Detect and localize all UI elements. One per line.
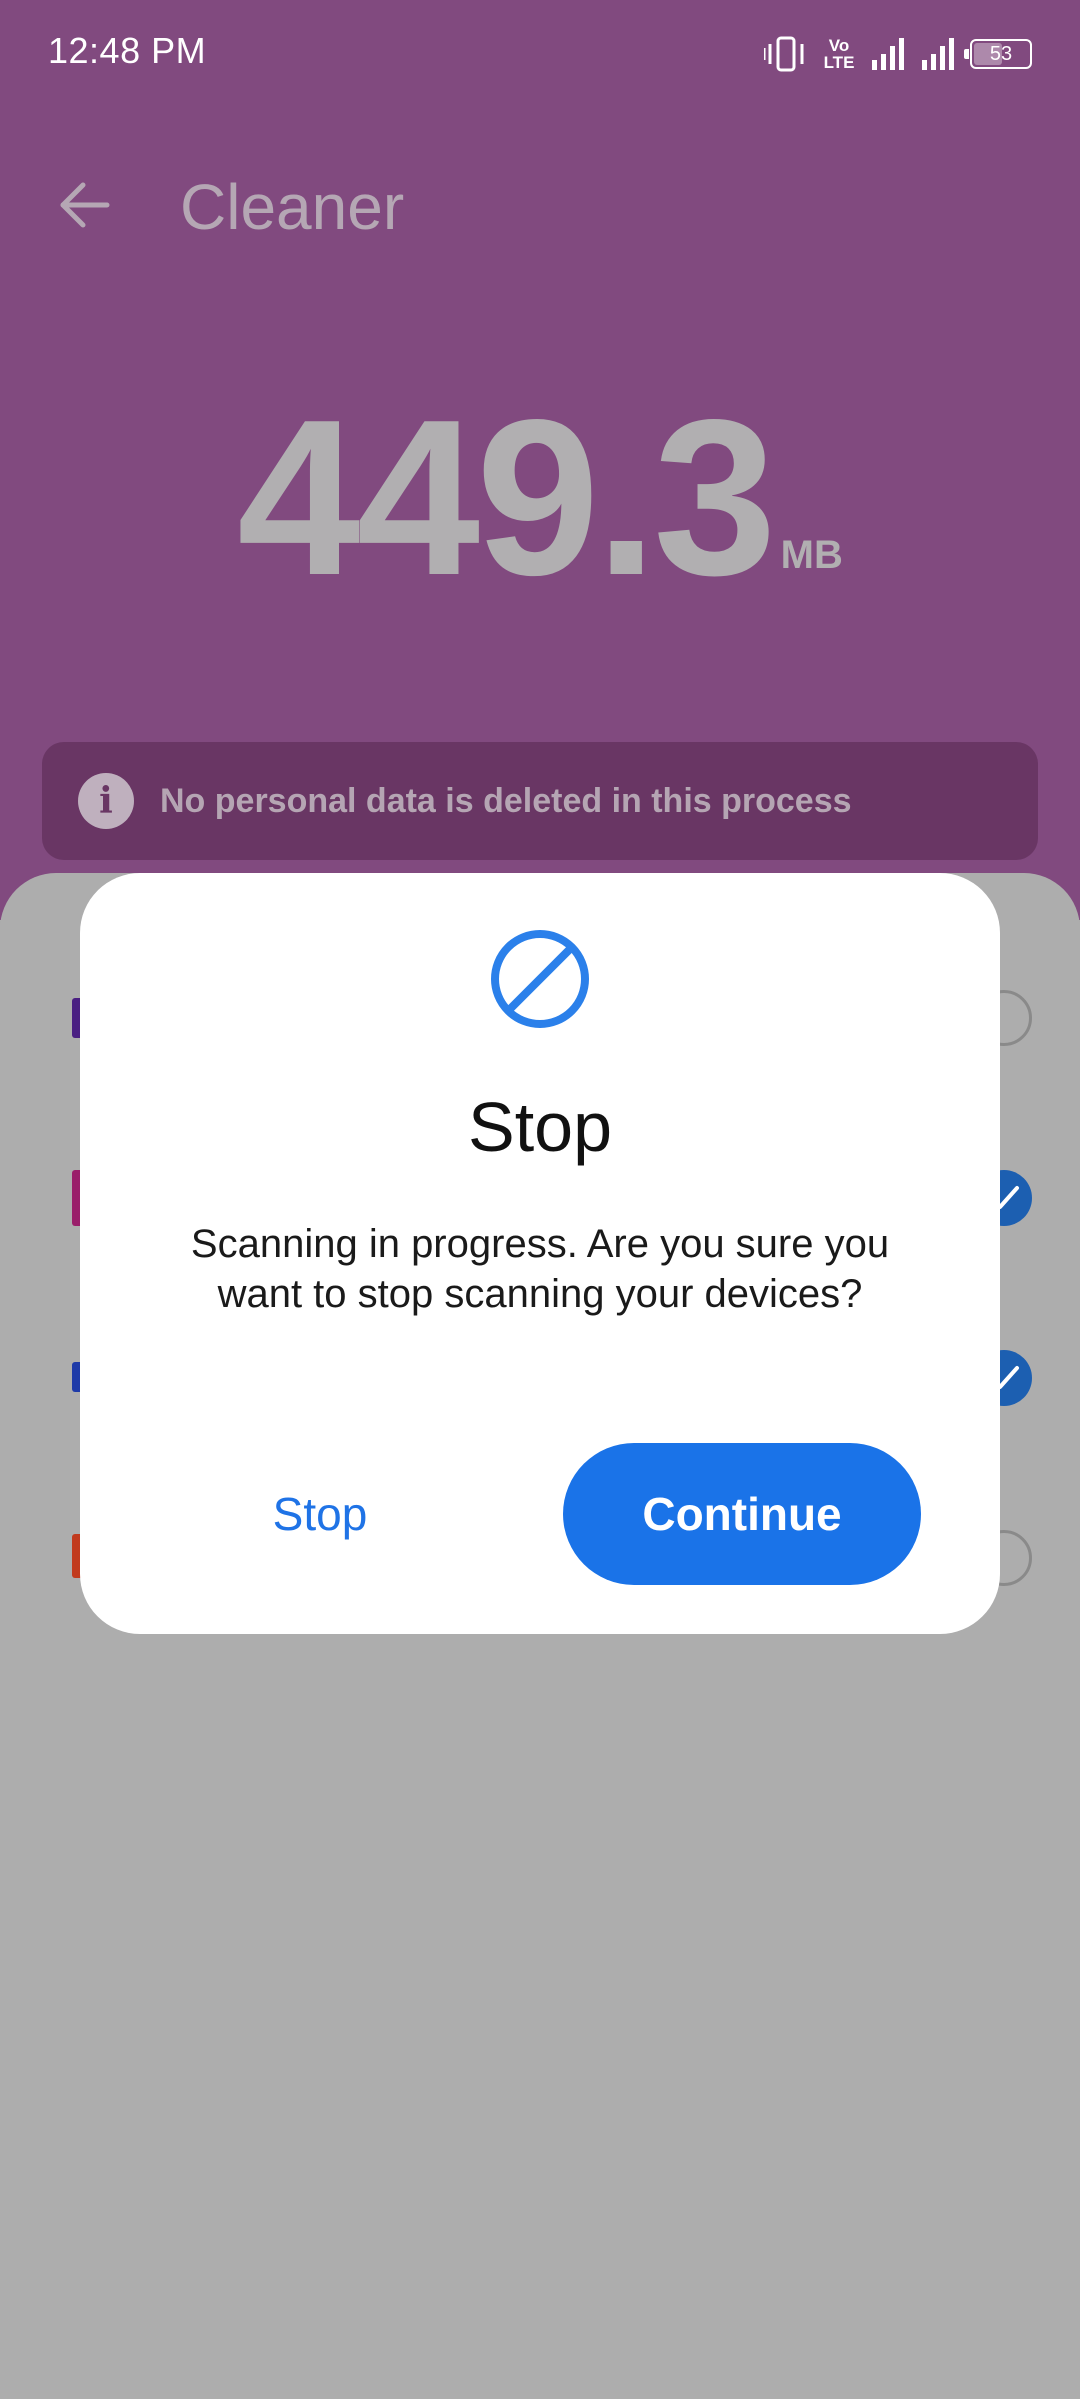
- battery-percentage: 53: [989, 43, 1013, 65]
- status-time: 12:48 PM: [48, 30, 207, 71]
- signal-icon: [872, 38, 904, 70]
- info-banner: i No personal data is deleted in this pr…: [42, 742, 1038, 860]
- stop-button[interactable]: Stop: [200, 1443, 440, 1585]
- scanned-size-unit: MB: [780, 533, 843, 577]
- status-icons: Vo LTE 53: [764, 32, 1032, 76]
- block-icon: [491, 930, 589, 1028]
- volte-bottom: LTE: [823, 53, 855, 72]
- battery-icon: 53: [964, 39, 1032, 69]
- signal-icon-2: [922, 38, 954, 70]
- app-header-area: 12:48 PM Vo LTE 53 Cleaner 449.3 MB i No…: [0, 0, 1080, 920]
- volte-top: Vo: [828, 36, 850, 55]
- info-banner-text: No personal data is deleted in this proc…: [160, 781, 852, 820]
- scanned-size-readout: 449.3 MB: [0, 387, 1080, 609]
- dialog-title: Stop: [468, 1088, 612, 1166]
- status-bar: 12:48 PM Vo LTE 53: [0, 0, 1080, 110]
- volte-indicator: Vo LTE: [822, 37, 856, 71]
- dialog-message: Scanning in progress. Are you sure you w…: [190, 1222, 890, 1316]
- back-button[interactable]: [40, 160, 130, 250]
- scanned-size-value: 449.3: [237, 374, 777, 622]
- page-title: Cleaner: [180, 171, 405, 243]
- continue-button[interactable]: Continue: [563, 1443, 921, 1585]
- arrow-left-icon: [60, 182, 110, 228]
- stop-scan-dialog: Stop Scanning in progress. Are you sure …: [80, 873, 1000, 1634]
- vibrate-icon: [764, 36, 804, 72]
- info-icon: i: [78, 773, 134, 829]
- toolbar: Cleaner: [0, 150, 1080, 270]
